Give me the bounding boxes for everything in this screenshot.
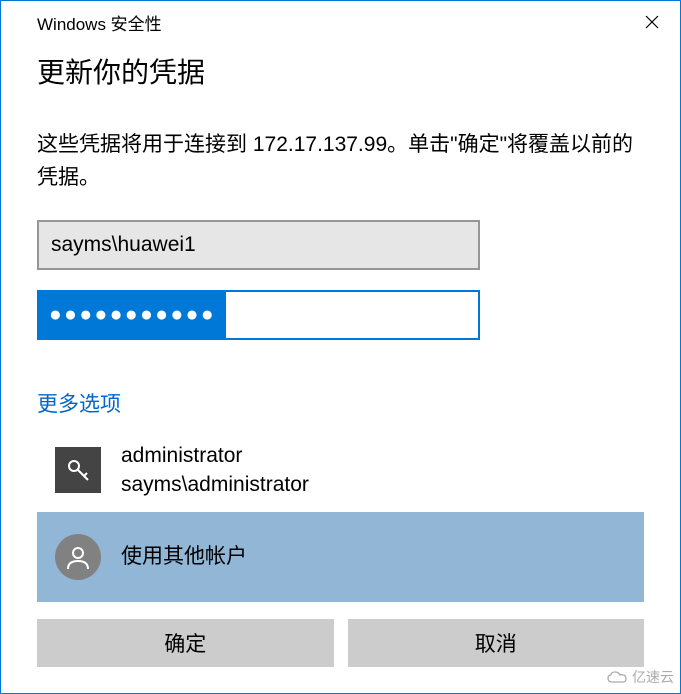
key-icon xyxy=(55,447,101,493)
ok-button[interactable]: 确定 xyxy=(37,619,334,667)
account-saved-line1: administrator xyxy=(121,441,309,470)
close-icon xyxy=(645,15,659,29)
button-row: 确定 取消 xyxy=(1,609,680,667)
dialog-description: 这些凭据将用于连接到 172.17.137.99。单击"确定"将覆盖以前的凭据。 xyxy=(37,129,644,194)
dialog-content: 更新你的凭据 这些凭据将用于连接到 172.17.137.99。单击"确定"将覆… xyxy=(1,43,680,602)
titlebar-title: Windows 安全性 xyxy=(37,10,162,35)
account-saved-text: administrator sayms\administrator xyxy=(121,441,309,500)
username-input[interactable] xyxy=(37,220,480,270)
watermark-text: 亿速云 xyxy=(632,667,674,687)
account-saved-line2: sayms\administrator xyxy=(121,470,309,499)
account-option-saved[interactable]: administrator sayms\administrator xyxy=(37,436,644,504)
close-button[interactable] xyxy=(624,1,680,43)
account-option-other[interactable]: 使用其他帐户 xyxy=(37,512,644,602)
credentials-dialog: Windows 安全性 更新你的凭据 这些凭据将用于连接到 172.17.137… xyxy=(0,0,681,694)
watermark: 亿速云 xyxy=(606,667,674,687)
account-other-text: 使用其他帐户 xyxy=(121,542,247,571)
titlebar: Windows 安全性 xyxy=(1,1,680,43)
cancel-button[interactable]: 取消 xyxy=(348,619,645,667)
password-mask: ●●●●●●●●●●● xyxy=(39,292,226,338)
person-icon xyxy=(55,534,101,580)
cloud-icon xyxy=(606,670,628,684)
account-other-line1: 使用其他帐户 xyxy=(121,542,247,571)
more-options-link[interactable]: 更多选项 xyxy=(37,388,121,418)
dialog-heading: 更新你的凭据 xyxy=(37,51,644,91)
password-input[interactable]: ●●●●●●●●●●● xyxy=(37,290,480,340)
